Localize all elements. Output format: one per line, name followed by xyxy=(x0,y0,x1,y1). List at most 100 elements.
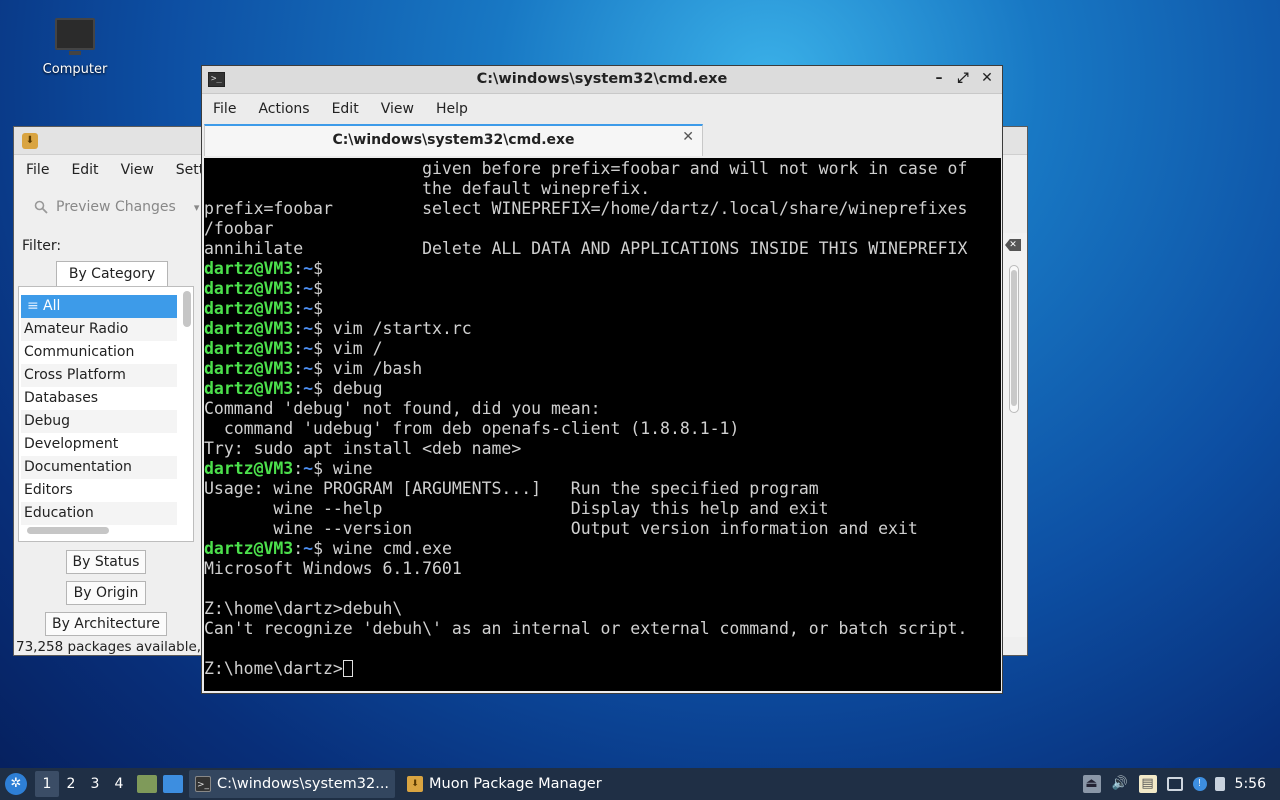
muon-menu-view[interactable]: View xyxy=(121,162,154,178)
prompt-line: dartz@VM3:~$ debug xyxy=(204,379,1001,399)
prompt-dollar: $ xyxy=(313,379,323,398)
category-item-databases[interactable]: Databases xyxy=(21,387,177,410)
file-manager-icon[interactable] xyxy=(137,775,157,793)
category-item-education[interactable]: Education xyxy=(21,502,177,525)
prompt-dollar: $ xyxy=(313,319,323,338)
output-line: Microsoft Windows 6.1.7601 xyxy=(204,559,1001,579)
category-label: All xyxy=(43,298,61,314)
task-muon[interactable]: ⬇ Muon Package Manager xyxy=(401,770,608,798)
category-item-development[interactable]: Development xyxy=(21,433,177,456)
desktop-icon-computer[interactable]: Computer xyxy=(36,16,114,77)
maximize-icon[interactable]: ⤢ xyxy=(956,70,970,86)
clipboard-icon[interactable]: ▤ xyxy=(1138,775,1157,793)
category-vertical-scrollbar[interactable] xyxy=(183,291,191,327)
desktop-icon-label: Computer xyxy=(42,62,108,77)
task-terminal-label: C:\windows\system32... xyxy=(217,776,390,792)
prompt-user: dartz@VM3 xyxy=(204,299,294,318)
muon-status-text: 73,258 packages available, xyxy=(16,639,202,655)
prompt-path: ~ xyxy=(303,459,314,478)
line-text: the default wineprefix. xyxy=(204,179,651,198)
category-item-documentation[interactable]: Documentation xyxy=(21,456,177,479)
terminal-tab-label: C:\windows\system32\cmd.exe xyxy=(332,132,575,148)
line-text: wine xyxy=(323,459,373,478)
prompt-dollar: $ xyxy=(313,299,323,318)
line-text: vim /bash xyxy=(323,359,423,378)
line-text: wine --version Output version informatio… xyxy=(204,519,918,538)
line-text xyxy=(204,579,214,598)
terminal-screen[interactable]: given before prefix=foobar and will not … xyxy=(204,158,1001,691)
filter-label: Filter: xyxy=(22,238,62,254)
workspace-1[interactable]: 1 xyxy=(35,771,59,797)
muon-menu-file[interactable]: File xyxy=(26,162,49,178)
start-menu-icon[interactable]: ✲ xyxy=(5,773,27,795)
prompt-user: dartz@VM3 xyxy=(204,379,294,398)
prompt-path: ~ xyxy=(303,299,314,318)
category-item-amateur-radio[interactable]: Amateur Radio xyxy=(21,318,177,341)
eject-icon[interactable]: ⏏ xyxy=(1082,775,1101,793)
prompt-user: dartz@VM3 xyxy=(204,319,294,338)
prompt-path: ~ xyxy=(303,539,314,558)
menu-help[interactable]: Help xyxy=(436,101,468,117)
output-line: command 'udebug' from deb openafs-client… xyxy=(204,419,1001,439)
output-line: Z:\home\dartz>debuh\ xyxy=(204,599,1001,619)
line-text: wine cmd.exe xyxy=(323,539,452,558)
prompt-path: ~ xyxy=(303,259,314,278)
monitor-icon xyxy=(55,18,95,55)
tab-by-category[interactable]: By Category xyxy=(56,261,168,286)
show-desktop-icon[interactable] xyxy=(163,775,183,793)
prompt-line: dartz@VM3:~$ xyxy=(204,299,1001,319)
close-icon[interactable]: ✕ xyxy=(980,70,994,86)
update-notification-icon[interactable]: ! xyxy=(1192,777,1207,791)
prompt-separator: : xyxy=(293,319,304,338)
prompt-separator: : xyxy=(293,459,304,478)
volume-icon[interactable]: 🔊 xyxy=(1111,775,1129,793)
line-text: vim /startx.rc xyxy=(323,319,472,338)
line-text: /foobar xyxy=(204,219,274,238)
workspace-2[interactable]: 2 xyxy=(59,771,83,797)
terminal-tabbar: C:\windows\system32\cmd.exe ✕ xyxy=(202,124,1002,157)
output-line: given before prefix=foobar and will not … xyxy=(204,159,1001,179)
output-line: /foobar xyxy=(204,219,1001,239)
tab-by-origin[interactable]: By Origin xyxy=(66,581,146,605)
workspace-3[interactable]: 3 xyxy=(83,771,107,797)
line-text: wine --help Display this help and exit xyxy=(204,499,829,518)
prompt-path: ~ xyxy=(303,359,314,378)
prompt-line: dartz@VM3:~$ xyxy=(204,259,1001,279)
category-item-cross-platform[interactable]: Cross Platform xyxy=(21,364,177,387)
category-item-debug[interactable]: Debug xyxy=(21,410,177,433)
tab-by-architecture[interactable]: By Architecture xyxy=(45,612,167,636)
category-horizontal-scrollbar[interactable] xyxy=(27,527,109,534)
prompt-line: dartz@VM3:~$ vim / xyxy=(204,339,1001,359)
menu-edit[interactable]: Edit xyxy=(332,101,359,117)
output-line: Command 'debug' not found, did you mean: xyxy=(204,399,1001,419)
preview-changes-label: Preview Changes xyxy=(56,199,176,215)
preview-changes-button[interactable]: Preview Changes ▾ xyxy=(34,199,199,215)
network-icon[interactable] xyxy=(1166,777,1183,791)
task-muon-label: Muon Package Manager xyxy=(429,776,602,792)
terminal-titlebar[interactable]: >_ C:\windows\system32\cmd.exe – ⤢ ✕ xyxy=(202,66,1002,94)
category-item-editors[interactable]: Editors xyxy=(21,479,177,502)
tab-close-icon[interactable]: ✕ xyxy=(682,129,694,145)
category-item-all[interactable]: ≡ All xyxy=(21,295,177,318)
menu-view[interactable]: View xyxy=(381,101,414,117)
terminal-tab[interactable]: C:\windows\system32\cmd.exe ✕ xyxy=(204,124,703,156)
workspace-4[interactable]: 4 xyxy=(107,771,131,797)
category-item-communication[interactable]: Communication xyxy=(21,341,177,364)
package-list-scrollbar[interactable] xyxy=(1009,265,1019,413)
minimize-icon[interactable]: – xyxy=(932,70,946,86)
line-text xyxy=(204,639,214,658)
terminal-menubar: File Actions Edit View Help xyxy=(202,94,1002,124)
battery-icon[interactable] xyxy=(1214,777,1225,791)
chevron-down-icon: ▾ xyxy=(193,200,200,214)
clock[interactable]: 5:56 xyxy=(1235,776,1266,792)
output-line: prefix=foobar select WINEPREFIX=/home/da… xyxy=(204,199,1001,219)
prompt-separator: : xyxy=(293,299,304,318)
tab-by-status[interactable]: By Status xyxy=(66,550,146,574)
output-line: Can't recognize 'debuh\' as an internal … xyxy=(204,619,1001,639)
prompt-path: ~ xyxy=(303,339,314,358)
menu-actions[interactable]: Actions xyxy=(258,101,309,117)
menu-file[interactable]: File xyxy=(213,101,236,117)
muon-menu-settings[interactable]: Sett xyxy=(176,162,204,178)
task-terminal[interactable]: >_ C:\windows\system32... xyxy=(189,770,396,798)
muon-menu-edit[interactable]: Edit xyxy=(71,162,98,178)
